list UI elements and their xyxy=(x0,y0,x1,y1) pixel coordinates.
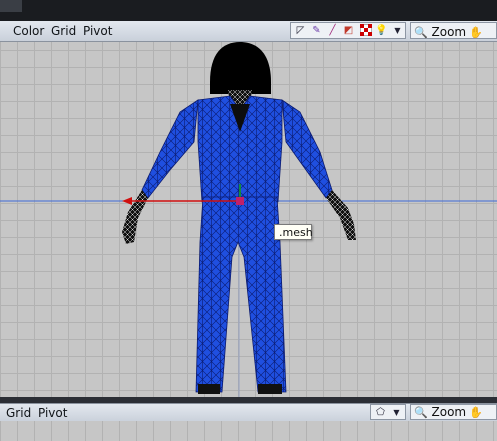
hand-icon: ✋ xyxy=(469,406,483,419)
paint-icon[interactable]: ╱ xyxy=(326,24,339,37)
bottom-menu-pivot[interactable]: Pivot xyxy=(38,405,67,421)
select-icon[interactable]: ⬠ xyxy=(374,406,387,419)
display-toolbar: ◸ ✎ ╱ ◩ 💡 ▼ xyxy=(290,22,406,39)
menu-color[interactable]: Color xyxy=(13,23,44,39)
magnifier-icon: 🔍 xyxy=(414,26,428,39)
zoom-button[interactable]: 🔍 Zoom xyxy=(414,24,466,41)
menu-grid[interactable]: Grid xyxy=(51,23,76,39)
checker-icon[interactable] xyxy=(359,23,372,37)
bottom-menu-grid[interactable]: Grid xyxy=(6,405,31,421)
window-top-strip xyxy=(0,0,497,21)
bottom-viewport[interactable] xyxy=(0,421,497,441)
bottom-viewport-menu-bar: Grid Pivot ⬠ ▼ 🔍 Zoom ✋ Pa xyxy=(0,403,497,434)
pan-button[interactable]: ✋ Pa xyxy=(469,24,496,56)
edit-icon[interactable]: ✎ xyxy=(310,24,323,37)
bottom-select-toolbar: ⬠ ▼ xyxy=(370,404,406,420)
magnifier-icon: 🔍 xyxy=(414,406,428,419)
mesh-tooltip: .mesh xyxy=(274,224,313,240)
dropdown-icon[interactable]: ▼ xyxy=(390,406,403,419)
palette-icon[interactable]: ◩ xyxy=(342,24,355,37)
dropdown-icon[interactable]: ▼ xyxy=(391,24,404,37)
zoom-pan-toolbar: 🔍 Zoom ✋ Pa xyxy=(410,22,497,56)
viewport-scene xyxy=(0,42,497,397)
select-icon[interactable]: ◸ xyxy=(294,24,307,37)
hand-icon: ✋ xyxy=(469,26,483,39)
menu-pivot[interactable]: Pivot xyxy=(83,23,112,39)
viewport-menu-bar: Color Grid Pivot ◸ ✎ ╱ ◩ 💡 ▼ 🔍 Zoom ✋ Pa xyxy=(0,21,497,56)
bottom-pan-button[interactable]: ✋ Pa xyxy=(469,405,496,434)
zoom-label: Zoom xyxy=(431,25,467,39)
bulb-icon[interactable]: 💡 xyxy=(375,24,388,37)
bottom-zoom-button[interactable]: 🔍 Zoom xyxy=(414,405,466,420)
bottom-zoom-pan-toolbar: 🔍 Zoom ✋ Pa xyxy=(410,404,497,434)
3d-viewport[interactable]: .mesh xyxy=(0,42,497,397)
zoom-label: Zoom xyxy=(431,405,467,419)
title-tab xyxy=(0,0,22,12)
